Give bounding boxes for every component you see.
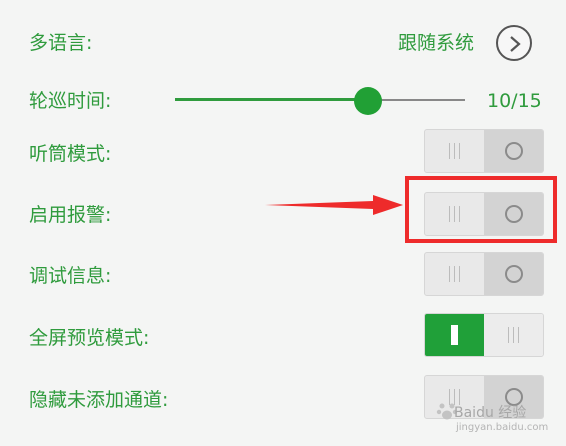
earpiece-mode-label: 听筒模式:	[29, 143, 112, 165]
switch-right-half	[484, 314, 543, 356]
baidu-watermark: Baidu 经验 jingyan.baidu.com	[436, 380, 560, 440]
debug-info-toggle[interactable]	[424, 252, 544, 296]
language-next-button[interactable]	[496, 25, 532, 61]
switch-left-half	[425, 253, 485, 295]
patrol-time-value: 10/15	[487, 90, 542, 112]
on-indicator-icon	[451, 325, 458, 345]
annotation-highlight-box	[405, 176, 557, 243]
patrol-time-label: 轮巡时间:	[29, 90, 112, 112]
off-indicator-icon	[505, 142, 523, 160]
fullscreen-preview-toggle[interactable]	[424, 313, 544, 357]
chevron-right-icon	[510, 36, 521, 52]
grip-bars-icon	[508, 327, 520, 343]
debug-info-label: 调试信息:	[29, 265, 112, 287]
switch-left-half	[425, 314, 485, 356]
off-indicator-icon	[505, 265, 523, 283]
grip-bars-icon	[449, 266, 461, 282]
hide-unadded-channels-label: 隐藏未添加通道:	[29, 389, 169, 411]
earpiece-mode-toggle[interactable]	[424, 129, 544, 173]
language-label: 多语言:	[29, 32, 93, 54]
watermark-url: jingyan.baidu.com	[456, 422, 549, 433]
slider-fill	[175, 98, 369, 101]
fullscreen-preview-label: 全屏预览模式:	[29, 327, 150, 349]
grip-bars-icon	[449, 143, 461, 159]
switch-left-half	[425, 130, 485, 172]
watermark-brand: Baidu 经验	[454, 405, 527, 421]
switch-right-half	[484, 130, 543, 172]
annotation-arrow-icon	[265, 195, 403, 215]
slider-thumb[interactable]	[354, 87, 383, 115]
language-value[interactable]: 跟随系统	[398, 31, 474, 55]
patrol-time-slider[interactable]	[175, 86, 465, 115]
switch-right-half	[484, 253, 543, 295]
enable-alarm-label: 启用报警:	[29, 204, 112, 226]
settings-screen: 多语言: 跟随系统 轮巡时间: 10/15 听筒模式: 启用报警: 调试信息: …	[0, 0, 566, 446]
